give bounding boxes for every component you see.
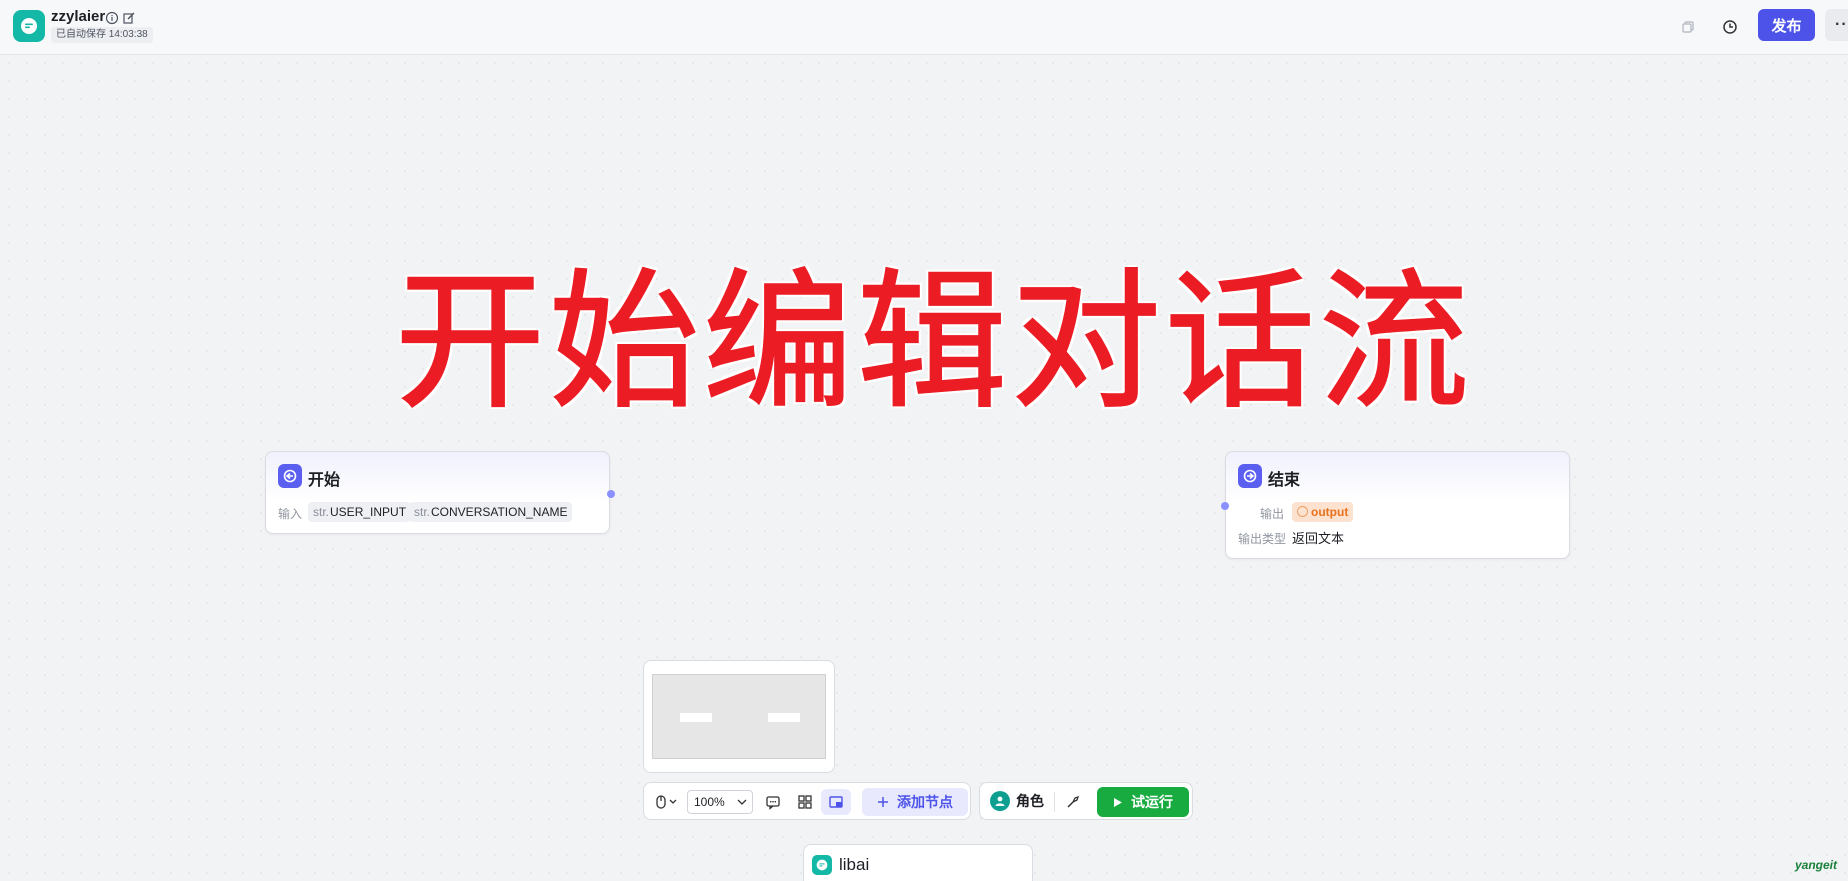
autosave-status: 已自动保存 14:03:38 [51, 27, 153, 43]
end-output-label: 输出 [1260, 507, 1285, 521]
publish-button[interactable]: 发布 [1758, 9, 1815, 41]
start-input-label: 输入 [278, 507, 303, 521]
start-node-title: 开始 [308, 472, 341, 489]
end-node-title: 结束 [1268, 472, 1301, 489]
history-icon[interactable] [1717, 14, 1743, 40]
minimap-end-node [768, 713, 800, 722]
minimap-toggle-icon[interactable] [821, 789, 851, 815]
input-tag-user-input: str.USER_INPUT [308, 502, 412, 522]
run-toolbar: 角色 试运行 [979, 782, 1193, 820]
app-logo-icon[interactable] [13, 10, 45, 42]
minimap[interactable] [643, 660, 835, 773]
overlay-title: 开始编辑对话流 [394, 256, 1474, 430]
role-avatar-icon [990, 791, 1010, 811]
bot-avatar-icon [812, 855, 832, 875]
toolbar-divider [1054, 792, 1055, 812]
app-name: zzylaier [51, 8, 106, 25]
start-node[interactable]: 开始 输入 str.USER_INPUT str.CONVERSATION_NA… [265, 451, 615, 534]
watermark: yangeit [1795, 858, 1838, 872]
output-tag: output [1292, 502, 1354, 522]
end-output-type-value: 返回文本 [1292, 531, 1345, 546]
start-node-icon [278, 464, 302, 488]
interaction-mode-button[interactable] [652, 789, 682, 815]
play-icon [1114, 797, 1122, 807]
input-tag-conversation-name: str.CONVERSATION_NAME [409, 502, 573, 522]
auto-layout-icon[interactable] [792, 789, 818, 815]
start-node-output-port[interactable] [607, 490, 615, 498]
bot-card[interactable]: libai [803, 844, 1033, 881]
zoom-select[interactable]: 100% [687, 790, 753, 814]
minimap-start-node [680, 713, 712, 722]
end-node-icon [1238, 464, 1262, 488]
debug-tool-icon[interactable] [1060, 789, 1086, 815]
minimap-viewport[interactable] [652, 674, 826, 759]
end-output-type-label: 输出类型 [1238, 532, 1287, 546]
more-options-button[interactable]: ··· [1825, 9, 1848, 41]
comment-icon[interactable] [760, 789, 786, 815]
plus-icon [878, 797, 888, 807]
end-node-input-port[interactable] [1221, 502, 1229, 510]
top-header: zzylaier 已自动保存 14:03:38 发布 ··· [0, 0, 1848, 55]
canvas-toolbar: 100% 添加节点 [643, 782, 971, 820]
info-icon[interactable] [105, 11, 119, 25]
copy-icon[interactable] [1675, 14, 1701, 40]
edit-icon[interactable] [122, 11, 136, 25]
test-run-button[interactable]: 试运行 [1097, 787, 1189, 817]
role-button[interactable]: 角色 [990, 791, 1044, 811]
add-node-button[interactable]: 添加节点 [862, 788, 968, 816]
end-node[interactable]: 结束 输出 output 输出类型 返回文本 [1221, 451, 1570, 559]
bot-name: libai [839, 855, 870, 874]
